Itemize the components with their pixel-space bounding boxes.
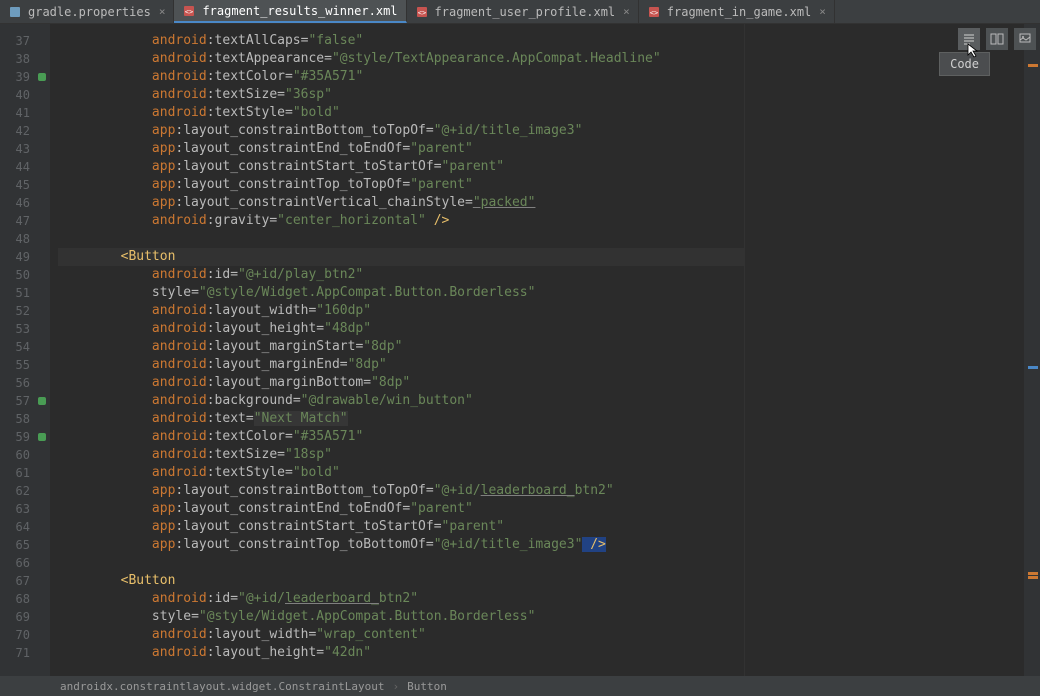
split-view-button[interactable] bbox=[986, 28, 1008, 50]
xml-icon: <> bbox=[647, 5, 661, 19]
code-content[interactable]: android:textAllCaps="false" android:text… bbox=[50, 24, 744, 676]
preview-pane bbox=[744, 24, 1024, 676]
close-icon[interactable]: × bbox=[819, 5, 826, 18]
tab-label: fragment_user_profile.xml bbox=[435, 5, 616, 19]
tab-fragment-in-game[interactable]: <> fragment_in_game.xml × bbox=[639, 0, 835, 23]
svg-text:<>: <> bbox=[185, 8, 193, 16]
svg-text:<>: <> bbox=[417, 9, 425, 17]
breadcrumb-item[interactable]: Button bbox=[407, 680, 447, 693]
chevron-right-icon: › bbox=[393, 680, 400, 693]
tab-label: fragment_in_game.xml bbox=[667, 5, 812, 19]
tab-fragment-results-winner[interactable]: <> fragment_results_winner.xml bbox=[174, 0, 406, 23]
breadcrumb-item[interactable]: androidx.constraintlayout.widget.Constra… bbox=[60, 680, 385, 693]
design-view-button[interactable] bbox=[1014, 28, 1036, 50]
breadcrumb[interactable]: androidx.constraintlayout.widget.Constra… bbox=[0, 676, 1040, 696]
line-number-gutter[interactable]: 3738394041424344454647484950515253545556… bbox=[0, 24, 50, 676]
tooltip: Code bbox=[939, 52, 990, 76]
tab-fragment-user-profile[interactable]: <> fragment_user_profile.xml × bbox=[407, 0, 639, 23]
editor-tabs: gradle.properties × <> fragment_results_… bbox=[0, 0, 1040, 24]
tab-label: fragment_results_winner.xml bbox=[202, 4, 397, 18]
tab-gradle-properties[interactable]: gradle.properties × bbox=[0, 0, 174, 23]
close-icon[interactable]: × bbox=[159, 5, 166, 18]
svg-text:<>: <> bbox=[650, 9, 658, 17]
error-stripe[interactable] bbox=[1024, 24, 1040, 676]
editor: 3738394041424344454647484950515253545556… bbox=[0, 24, 1040, 676]
close-icon[interactable]: × bbox=[623, 5, 630, 18]
file-icon bbox=[8, 5, 22, 19]
xml-icon: <> bbox=[415, 5, 429, 19]
tab-label: gradle.properties bbox=[28, 5, 151, 19]
xml-icon: <> bbox=[182, 4, 196, 18]
mouse-cursor bbox=[966, 42, 982, 58]
